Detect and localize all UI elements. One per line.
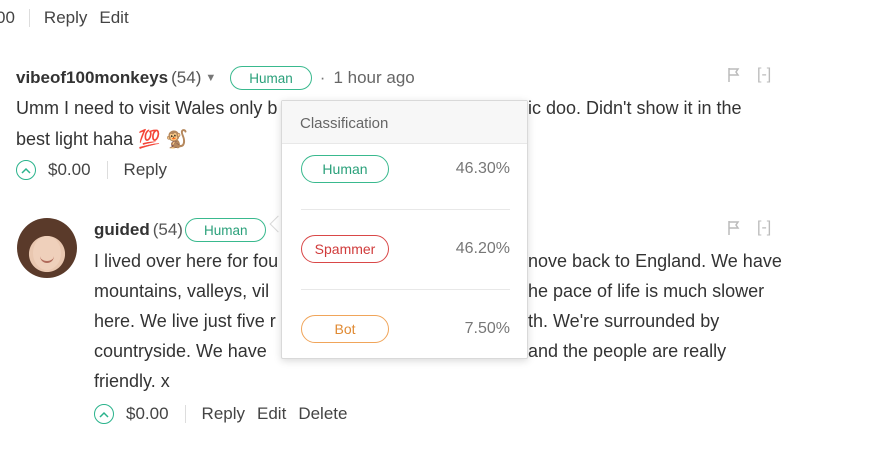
- payout-amount[interactable]: $0.00: [126, 404, 169, 424]
- comment-body-line: th. We're surrounded by: [528, 311, 720, 331]
- comment-body-line: ic doo. Didn't show it in the: [528, 98, 742, 118]
- avatar[interactable]: [17, 218, 77, 278]
- edit-link[interactable]: Edit: [257, 404, 286, 424]
- percentage: 46.20%: [455, 240, 510, 257]
- divider: [106, 161, 108, 179]
- comment-body-line: Umm I need to visit Wales only b: [16, 98, 278, 118]
- classification-badge[interactable]: Human: [184, 218, 267, 242]
- emoji: 💯 🐒: [138, 129, 188, 149]
- previous-comment-actions: 00 Reply Edit: [0, 8, 129, 28]
- classification-popover: Classification Human 46.30% Spammer 46.2…: [281, 100, 528, 359]
- author-reputation: (54): [152, 220, 183, 239]
- collapse-toggle[interactable]: [-]: [757, 66, 771, 84]
- comment-body-line: he pace of life is much slower: [528, 281, 765, 301]
- comment-header: vibeof100monkeys (54) ▼ Human · 1 hour a…: [16, 66, 415, 90]
- percentage: 46.30%: [455, 160, 510, 177]
- comment-tools: [-]: [727, 219, 771, 237]
- classification-row[interactable]: Spammer 46.20%: [301, 235, 510, 263]
- caret-down-icon[interactable]: ▼: [205, 72, 216, 84]
- delete-link[interactable]: Delete: [298, 404, 347, 424]
- avatar-face: [33, 236, 61, 270]
- bot-badge[interactable]: Bot: [301, 315, 389, 343]
- comment-body-line: and the people are really: [528, 341, 727, 361]
- comment-body-line: best light haha 💯 🐒: [16, 124, 188, 155]
- comment-body-line: I lived over here for fou: [94, 251, 279, 271]
- comment-header: guided (54) Human: [94, 218, 267, 242]
- spammer-badge[interactable]: Spammer: [301, 235, 389, 263]
- edit-link[interactable]: Edit: [99, 8, 128, 28]
- divider: [28, 9, 30, 27]
- author-reputation: (54): [171, 68, 202, 87]
- comment-tools: [-]: [727, 66, 771, 84]
- payout-fragment: 00: [0, 8, 15, 27]
- flag-icon[interactable]: [727, 67, 741, 83]
- divider: [184, 405, 186, 423]
- flag-icon[interactable]: [727, 220, 741, 236]
- classification-badge[interactable]: Human: [230, 66, 312, 90]
- payout-amount[interactable]: $0.00: [48, 160, 91, 180]
- comment-body-line: nove back to England. We have: [528, 251, 782, 271]
- reply-link[interactable]: Reply: [124, 160, 167, 180]
- classification-row[interactable]: Human 46.30%: [301, 155, 510, 183]
- collapse-toggle[interactable]: [-]: [757, 219, 771, 237]
- divider: [301, 289, 510, 290]
- comment-body-line: mountains, valleys, vil: [94, 281, 270, 301]
- author-name[interactable]: vibeof100monkeys: [16, 68, 168, 88]
- popover-title: Classification: [282, 101, 527, 144]
- comment-body-line: countryside. We have: [94, 341, 267, 361]
- comment-actions: $0.00 Reply: [16, 160, 179, 180]
- body-text: best light haha: [16, 129, 134, 149]
- reply-link[interactable]: Reply: [202, 404, 245, 424]
- separator-dot: ·: [319, 68, 326, 87]
- classification-row[interactable]: Bot 7.50%: [301, 315, 510, 343]
- reply-link[interactable]: Reply: [44, 8, 87, 28]
- upvote-icon[interactable]: [16, 160, 36, 180]
- timestamp[interactable]: 1 hour ago: [333, 68, 414, 88]
- comment-actions: $0.00 Reply Edit Delete: [94, 404, 359, 424]
- upvote-icon[interactable]: [94, 404, 114, 424]
- comment-body-line: here. We live just five r: [94, 311, 276, 331]
- comment-body-line: friendly. x: [94, 371, 170, 391]
- author-name[interactable]: guided: [94, 220, 150, 240]
- human-badge[interactable]: Human: [301, 155, 389, 183]
- percentage: 7.50%: [464, 320, 510, 337]
- divider: [301, 209, 510, 210]
